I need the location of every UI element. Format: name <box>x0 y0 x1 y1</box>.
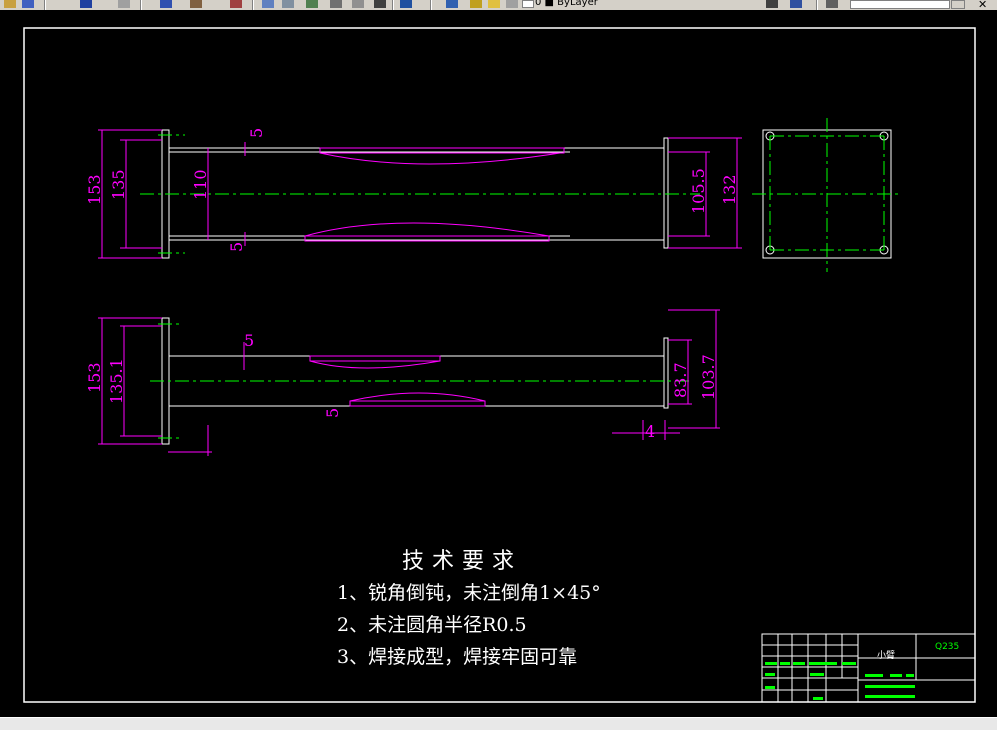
toolbar-separator <box>392 0 394 10</box>
view-2-dim-text: 153 135.1 5 5 83.7 103.7 4 <box>85 331 718 441</box>
material-label: Q235 <box>935 642 960 652</box>
text-icon[interactable] <box>262 0 274 8</box>
toolbar-separator <box>44 0 46 10</box>
toolbar-separator <box>252 0 254 10</box>
dim-5-a: 5 <box>244 331 254 350</box>
design-center-icon[interactable] <box>306 0 318 8</box>
dim-105-5: 105.5 <box>689 168 708 214</box>
zoom-window-icon[interactable] <box>230 0 242 8</box>
properties-icon[interactable] <box>282 0 294 8</box>
layer-previous-icon[interactable] <box>766 0 778 8</box>
help-icon[interactable] <box>400 0 412 8</box>
dim-5-b: 5 <box>323 408 342 418</box>
dim-5-top: 5 <box>247 128 266 138</box>
pan-icon[interactable] <box>160 0 172 8</box>
layer-state-icon[interactable] <box>790 0 802 8</box>
part-name-label: 小臂 <box>877 651 896 661</box>
view-1-dim-text: 153 135 110 5 5 105.5 132 <box>85 128 739 252</box>
dim-103-7: 103.7 <box>699 354 718 400</box>
drawing-canvas[interactable]: 153 135 110 5 5 105.5 132 153 135.1 5 5 … <box>0 10 997 717</box>
tool-palette-icon[interactable] <box>330 0 342 8</box>
view-2-centerlines <box>150 323 690 439</box>
dim-4: 4 <box>645 422 655 441</box>
break-curve-bottom <box>304 222 550 237</box>
tech-requirement-3: 3、焊接成型，焊接牢固可靠 <box>337 646 578 668</box>
color-select[interactable] <box>850 0 950 9</box>
dim-132: 132 <box>720 174 739 205</box>
calculator-icon[interactable] <box>374 0 386 8</box>
save-icon[interactable] <box>22 0 34 8</box>
tech-requirement-1: 1、锐角倒钝，未注倒角1×45° <box>337 582 601 604</box>
dim-153-2: 153 <box>85 362 104 393</box>
undo-icon[interactable] <box>80 0 92 8</box>
dim-153: 153 <box>85 174 104 205</box>
right-flange-plate-2 <box>663 337 669 409</box>
view-1-side-centerlines <box>752 118 902 272</box>
layer-color-icon[interactable] <box>522 0 534 8</box>
break-curve-top <box>319 152 561 165</box>
zoom-icon[interactable] <box>190 0 202 8</box>
toolbar-separator <box>140 0 142 10</box>
redo-icon[interactable] <box>118 0 130 8</box>
markup-icon[interactable] <box>352 0 364 8</box>
status-bar <box>0 717 997 730</box>
layer-properties-icon[interactable] <box>446 0 458 8</box>
toolbar-separator <box>816 0 818 10</box>
dim-110: 110 <box>191 169 210 200</box>
layer-on-icon[interactable] <box>470 0 482 8</box>
layer-freeze-icon[interactable] <box>488 0 500 8</box>
tech-requirement-2: 2、未注圆角半径R0.5 <box>337 614 527 636</box>
tech-requirements-title: 技术要求 <box>402 549 523 574</box>
match-properties-icon[interactable] <box>826 0 838 8</box>
dim-83-7: 83.7 <box>671 362 690 398</box>
dim-5-bottom: 5 <box>227 242 246 252</box>
view-2-dimensions <box>98 309 720 456</box>
color-select-arrow[interactable] <box>951 0 965 9</box>
dim-135: 135 <box>109 169 128 200</box>
layer-lock-icon[interactable] <box>506 0 518 8</box>
toolbar-separator <box>430 0 432 10</box>
dim-135-1: 135.1 <box>107 358 126 404</box>
right-flange-plate <box>663 137 669 249</box>
layer-dropdown[interactable]: 0 ■ ByLayer <box>535 0 598 8</box>
open-icon[interactable] <box>4 0 16 8</box>
